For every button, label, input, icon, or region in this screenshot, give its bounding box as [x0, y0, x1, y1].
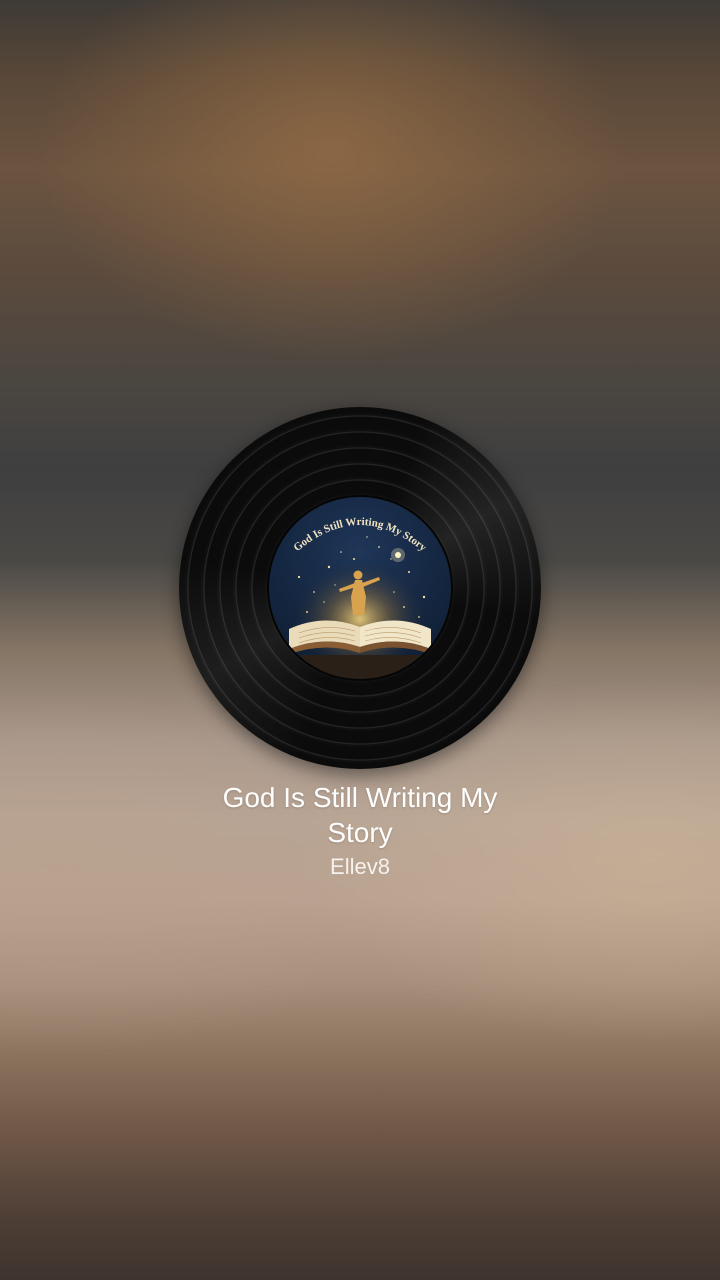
- artist-name[interactable]: Ellev8: [0, 852, 720, 882]
- album-art-icon: God Is Still Writing My Story: [269, 516, 451, 679]
- vinyl-record[interactable]: God Is Still Writing My Story: [179, 407, 541, 769]
- track-info: God Is Still Writing My Story Ellev8: [0, 780, 720, 882]
- track-title: God Is Still Writing My Story: [222, 782, 498, 848]
- album-artwork: God Is Still Writing My Story: [269, 497, 451, 679]
